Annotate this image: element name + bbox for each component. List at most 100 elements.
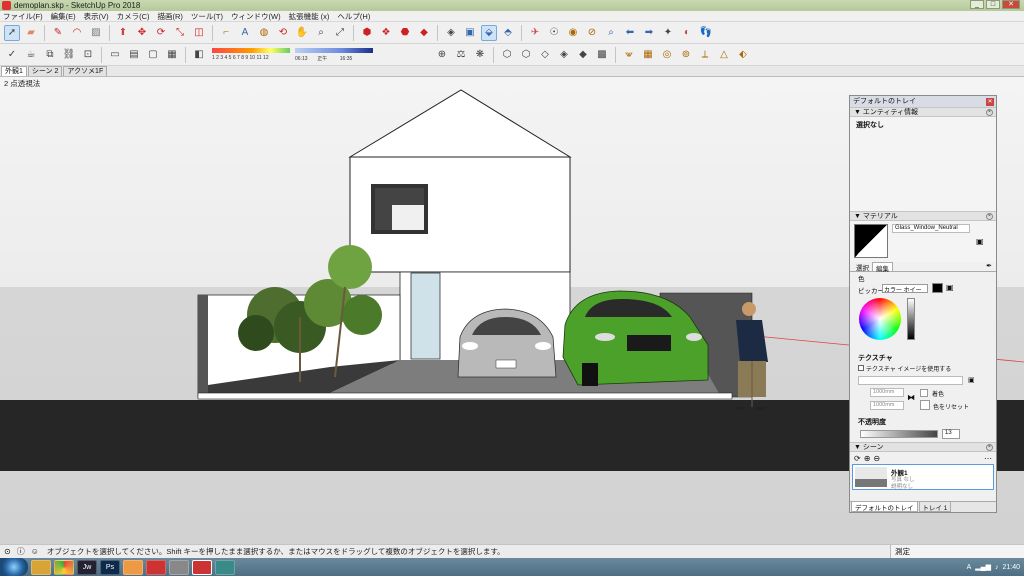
menu-edit[interactable]: 編集(E) — [51, 11, 76, 22]
taskbar-app-explorer[interactable] — [31, 559, 51, 575]
component-icon[interactable]: ⊡ — [80, 47, 96, 63]
texture-browse-icon[interactable]: ▣ — [968, 376, 975, 384]
zoom-extents-icon[interactable]: ⤢ — [332, 25, 348, 41]
material-tab-edit[interactable]: 編集 — [872, 262, 893, 273]
layout-send-icon[interactable]: ◆ — [416, 25, 432, 41]
tab-axonometric-1f[interactable]: アクソメ1F — [63, 66, 108, 76]
field-of-view-icon[interactable]: ✦ — [660, 25, 676, 41]
eraser-tool-icon[interactable]: ▰ — [23, 25, 39, 41]
scenes-toggle-icon[interactable]: × — [986, 443, 993, 451]
back-edges-icon[interactable]: ⬡ — [518, 47, 534, 63]
opacity-slider[interactable] — [860, 430, 938, 438]
taskbar-app-8[interactable] — [215, 559, 235, 575]
remove-scene-icon[interactable]: ⊖ — [873, 454, 880, 463]
color-wheel[interactable] — [859, 298, 901, 340]
texture-path-field[interactable] — [858, 376, 963, 385]
tape-measure-icon[interactable]: ⌐ — [218, 25, 234, 41]
materials-toggle-icon[interactable]: × — [986, 212, 993, 220]
menu-window[interactable]: ウィンドウ(W) — [231, 11, 281, 22]
textured-icon[interactable]: ▩ — [594, 47, 610, 63]
orbit-tool-icon[interactable]: ⟲ — [275, 25, 291, 41]
material-name-field[interactable]: Glass_Window_Neutral — [892, 224, 970, 233]
stamp-icon[interactable]: ⊚ — [678, 47, 694, 63]
ime-icon[interactable]: A — [967, 564, 972, 571]
shadow-toggle-icon[interactable]: ◧ — [191, 47, 207, 63]
smoove-icon[interactable]: ◎ — [659, 47, 675, 63]
right-view-icon[interactable]: ⬘ — [500, 25, 516, 41]
extension-warehouse-icon[interactable]: ❖ — [378, 25, 394, 41]
text-tool-icon[interactable]: A — [237, 25, 253, 41]
tray-tab-default[interactable]: デフォルトのトレイ — [851, 502, 918, 512]
material-tab-select[interactable]: 選択 — [854, 262, 871, 272]
frame-icon[interactable]: ▢ — [145, 47, 161, 63]
menu-help[interactable]: ヘルプ(H) — [337, 11, 370, 22]
opacity-value[interactable]: 13 — [942, 429, 960, 439]
taskbar-app-photoshop[interactable]: Ps — [100, 559, 120, 575]
texture-width-field[interactable]: 1000mm — [870, 388, 904, 397]
clock[interactable]: 21:40 — [1002, 564, 1020, 571]
taskbar-app-jw[interactable]: Jw — [77, 559, 97, 575]
window-icon[interactable]: ▭ — [107, 47, 123, 63]
use-texture-checkbox[interactable] — [858, 365, 864, 371]
create-material-icon[interactable]: ▣ — [976, 237, 984, 246]
menu-view[interactable]: 表示(V) — [84, 11, 109, 22]
value-slider[interactable] — [907, 298, 915, 340]
current-color-swatch[interactable] — [932, 283, 943, 293]
check-icon[interactable]: ✓ — [4, 47, 20, 63]
zoom-tool-icon[interactable]: ⌕ — [313, 25, 329, 41]
move-tool-icon[interactable]: ✥ — [134, 25, 150, 41]
reset-color-button[interactable] — [920, 400, 930, 410]
rotate-tool-icon[interactable]: ⟳ — [153, 25, 169, 41]
update-scene-icon[interactable]: ⟳ — [854, 454, 861, 463]
select-tool-icon[interactable]: ➚ — [4, 24, 20, 41]
scale-tool-icon[interactable]: ⤡ — [172, 25, 188, 41]
previous-view-icon[interactable]: ⬅ — [622, 25, 638, 41]
pan-tool-icon[interactable]: ✋ — [294, 25, 310, 41]
sample-paint-icon[interactable]: ▣ — [946, 283, 954, 292]
drape-icon[interactable]: ⟂ — [697, 47, 713, 63]
menu-draw[interactable]: 描画(R) — [158, 11, 183, 22]
section-plane-icon[interactable]: ⊘ — [584, 25, 600, 41]
contour-icon[interactable]: ❋ — [472, 47, 488, 63]
outliner-icon[interactable]: ⧉ — [42, 47, 58, 63]
close-button[interactable]: ✕ — [1002, 0, 1020, 9]
network-icon[interactable]: ▂▄▆ — [975, 563, 991, 571]
tray-tab-1[interactable]: トレイ 1 — [918, 502, 952, 512]
look-around-icon[interactable]: ◉ — [565, 25, 581, 41]
entity-info-toggle-icon[interactable]: × — [986, 108, 993, 116]
materials-header[interactable]: ▼ マテリアル × — [850, 211, 996, 221]
credits-icon[interactable]: ⓘ — [17, 546, 25, 557]
tab-exterior-1[interactable]: 外観1 — [1, 66, 27, 76]
iso-view-icon[interactable]: ◈ — [443, 25, 459, 41]
add-detail-icon[interactable]: △ — [716, 47, 732, 63]
arc-tool-icon[interactable]: ◠ — [69, 25, 85, 41]
link-icon[interactable]: ⧓ — [907, 393, 915, 402]
sandbox-scratch-icon[interactable]: ▦ — [640, 47, 656, 63]
next-view-icon[interactable]: ➡ — [641, 25, 657, 41]
axis-icon[interactable]: ⊕ — [434, 47, 450, 63]
flip-edge-icon[interactable]: ⬖ — [735, 47, 751, 63]
warehouse-icon[interactable]: ⬢ — [359, 25, 375, 41]
scene-options-icon[interactable]: ⋯ — [984, 454, 992, 463]
wireframe-icon[interactable]: ◇ — [537, 47, 553, 63]
taskbar-app-4[interactable] — [123, 559, 143, 575]
colorize-checkbox[interactable] — [920, 389, 928, 397]
material-swatch[interactable] — [854, 224, 888, 258]
line-tool-icon[interactable]: ✎ — [50, 25, 66, 41]
taskbar-app-chrome[interactable] — [54, 559, 74, 575]
menu-camera[interactable]: カメラ(C) — [117, 11, 150, 22]
measurements-box[interactable]: 測定 — [890, 545, 1024, 558]
add-scene-icon[interactable]: ⊕ — [864, 454, 871, 463]
volume-icon[interactable]: ♪ — [995, 564, 999, 571]
zoom-window-icon[interactable]: ⌕ — [603, 25, 619, 41]
user-account-icon[interactable]: ☺ — [31, 547, 39, 556]
teapot-icon[interactable]: ☕ — [23, 47, 39, 63]
balance-icon[interactable]: ⚖ — [453, 47, 469, 63]
scenes-header[interactable]: ▼ シーン × — [850, 442, 996, 452]
position-camera-icon[interactable]: ☉ — [546, 25, 562, 41]
texture-height-field[interactable]: 1000mm — [870, 401, 904, 410]
walk-icon[interactable]: ✈ — [527, 25, 543, 41]
tab-scene-2[interactable]: シーン 2 — [27, 66, 63, 76]
paint-bucket-icon[interactable]: ◍ — [256, 25, 272, 41]
rectangle-tool-icon[interactable]: ▨ — [88, 25, 104, 41]
